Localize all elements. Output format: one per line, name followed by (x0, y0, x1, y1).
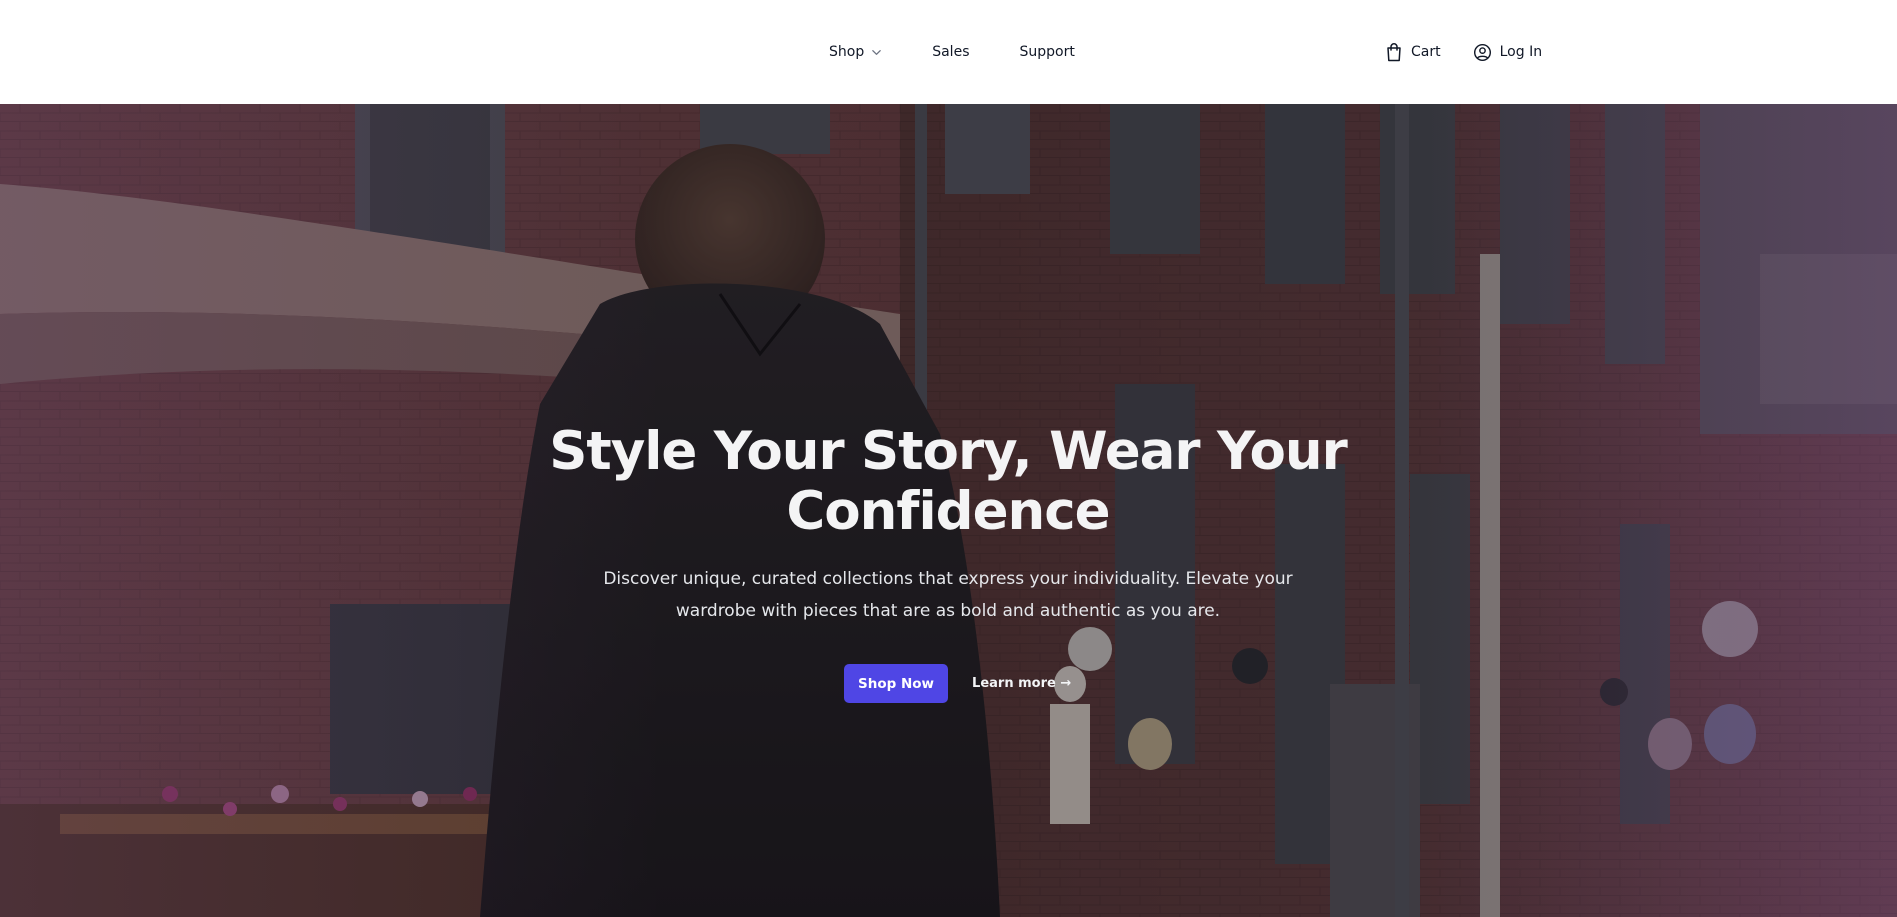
cart-link[interactable]: Cart (1384, 42, 1441, 62)
login-link[interactable]: Log In (1473, 42, 1542, 62)
nav-sales[interactable]: Sales (932, 44, 969, 60)
nav-sales-label: Sales (932, 44, 970, 60)
hero-section: Style Your Story, Wear Your Confidence D… (0, 104, 1897, 917)
hero-title: Style Your Story, Wear Your Confidence (549, 421, 1348, 542)
hero-content: Style Your Story, Wear Your Confidence D… (0, 104, 1897, 917)
nav-shop-label: Shop (829, 44, 865, 60)
nav-support[interactable]: Support (1019, 44, 1074, 60)
shop-now-button[interactable]: Shop Now (844, 664, 949, 703)
site-header: Shop Sales Support Cart Log In (0, 0, 1897, 104)
header-actions: Cart Log In (1384, 0, 1542, 104)
user-circle-icon (1473, 42, 1493, 62)
nav-support-label: Support (1019, 44, 1075, 60)
login-label: Log In (1499, 44, 1543, 60)
chevron-down-icon (871, 47, 882, 58)
hero-actions: Shop Now Learn more → (844, 664, 1071, 703)
hero-subtitle: Discover unique, curated collections tha… (603, 569, 1293, 621)
cart-label: Cart (1411, 44, 1441, 60)
nav-shop[interactable]: Shop (829, 44, 882, 60)
shopping-bag-icon (1384, 42, 1404, 62)
learn-more-link[interactable]: Learn more → (972, 676, 1071, 691)
main-nav: Shop Sales Support (829, 0, 1075, 104)
